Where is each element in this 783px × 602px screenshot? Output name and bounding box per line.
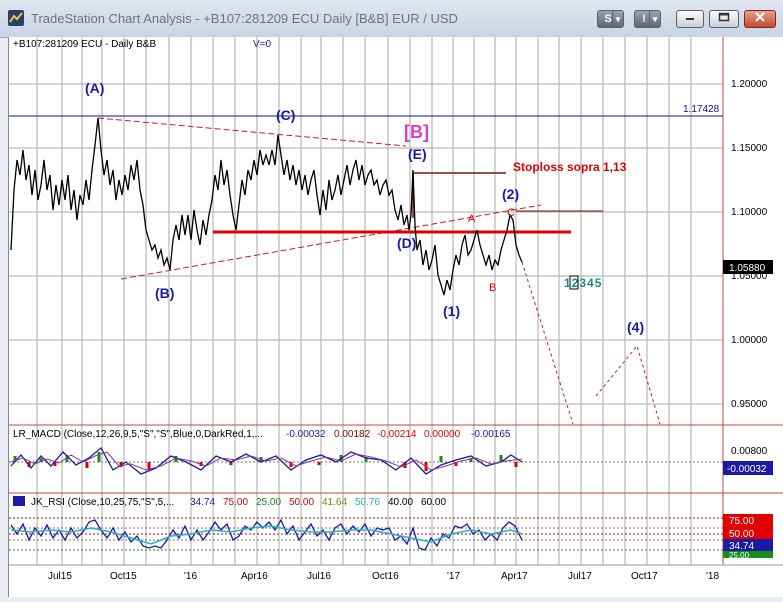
- symbol-link-dropdown[interactable]: ▾: [612, 10, 624, 28]
- date-axis-label: Jul17: [568, 571, 592, 582]
- price-axis-label: 1.10000: [731, 207, 768, 218]
- triangle-trendlines[interactable]: [97, 117, 542, 280]
- rsi-line: [10, 518, 523, 551]
- resistance-level-label: 1.17428: [683, 104, 720, 115]
- macd-value: -0.00165: [471, 429, 511, 440]
- minimize-icon: [686, 18, 694, 20]
- stoploss-text: Stoploss sopra 1,13: [513, 160, 627, 174]
- wave-label-a: A: [468, 213, 476, 225]
- symbol-header: +B107:281209 ECU - Daily B&B: [13, 39, 156, 50]
- chart-window[interactable]: +B107:281209 ECU - Daily B&B V=0 1.20000…: [8, 37, 783, 597]
- stoploss-bracket[interactable]: [412, 172, 506, 218]
- abc-labels: A B C: [468, 207, 515, 294]
- rsi-value: 50.00: [289, 497, 314, 508]
- minimize-button[interactable]: [676, 10, 704, 28]
- date-axis-label: '16: [184, 571, 197, 582]
- macd-last-value: -0.00032: [727, 464, 767, 475]
- rsi-value: 40.00: [388, 497, 413, 508]
- macd-value: 0.00000: [424, 429, 461, 440]
- price-series[interactable]: [10, 117, 523, 296]
- macd-value: -0.00214: [377, 429, 417, 440]
- wave-label-b: B: [489, 282, 496, 294]
- macd-values: -0.00032 0.00182 -0.00214 0.00000 -0.001…: [286, 429, 511, 440]
- close-icon: [755, 12, 765, 22]
- title-bar: TradeStation Chart Analysis - +B107:2812…: [0, 0, 783, 38]
- rsi-upper-label: 75.00: [729, 516, 754, 527]
- date-axis-label: Jul15: [48, 571, 72, 582]
- rsi-value: 34.74: [190, 497, 215, 508]
- rsi-value: 60.00: [421, 497, 446, 508]
- rsi-value: 50.76: [355, 497, 380, 508]
- wave-label-2: (2): [502, 186, 519, 202]
- macd-title: LR_MACD (Close,12,26,9,5,"S","S",Blue,0,…: [13, 429, 263, 440]
- date-axis-label: '17: [447, 571, 460, 582]
- price-axis-label: 1.00000: [731, 335, 768, 346]
- date-axis-label: Oct17: [631, 571, 658, 582]
- date-axis-label: Apr17: [501, 571, 528, 582]
- rsi-value: 41.64: [322, 497, 347, 508]
- wave-label-4: (4): [627, 319, 644, 335]
- price-axis: 1.20000 1.15000 1.10000 1.05000 1.00000 …: [731, 79, 768, 410]
- rsi-indicator-icon: [13, 496, 25, 506]
- chart-canvas[interactable]: +B107:281209 ECU - Daily B&B V=0 1.20000…: [9, 37, 783, 597]
- wave-label-c: C: [507, 207, 515, 219]
- wave-count-label: 12345: [564, 276, 602, 290]
- wave-label-a-major: (A): [85, 80, 104, 96]
- rsi-value: 75.00: [223, 497, 248, 508]
- rsi-values: 34.74 75.00 25.00 50.00 41.64 50.76 40.0…: [190, 497, 446, 508]
- rsi-mid-label: 50.00: [729, 529, 754, 540]
- wave-label-e-major: (E): [408, 146, 427, 162]
- alert-dropdown[interactable]: ▾: [649, 10, 661, 28]
- wave-label-c-major: (C): [276, 107, 295, 123]
- date-axis-label: '18: [706, 571, 719, 582]
- date-axis-label: Oct16: [372, 571, 399, 582]
- macd-value: 0.00182: [334, 429, 371, 440]
- price-axis-label: 1.20000: [731, 79, 768, 90]
- date-axis: Jul15 Oct15 '16 Apr16 Jul16 Oct16 '17 Ap…: [48, 571, 719, 582]
- last-price-text: 1.05880: [729, 263, 766, 274]
- close-button[interactable]: [744, 10, 776, 28]
- rsi-title: JK_RSI (Close,10,25,75,"S",5,...: [31, 497, 174, 508]
- macd-value: -0.00032: [286, 429, 326, 440]
- wave-label-1: (1): [443, 303, 460, 319]
- rsi-lower-label: 25.00: [729, 551, 750, 560]
- wave-label-d-major: (D): [397, 235, 416, 251]
- macd-axis-label: 0.00800: [731, 446, 768, 457]
- date-axis-label: Jul16: [307, 571, 331, 582]
- restore-icon: [718, 12, 730, 22]
- wave-label-b-bracket: [B]: [404, 122, 429, 142]
- date-axis-label: Oct15: [110, 571, 137, 582]
- date-axis-label: Apr16: [241, 571, 268, 582]
- price-axis-label: 1.15000: [731, 143, 768, 154]
- wave-label-b-major: (B): [155, 285, 174, 301]
- restore-button[interactable]: [709, 10, 739, 28]
- volume-label: V=0: [253, 39, 272, 50]
- rsi-value: 25.00: [256, 497, 281, 508]
- price-axis-label: 0.95000: [731, 399, 768, 410]
- window-title: TradeStation Chart Analysis - +B107:2812…: [31, 11, 458, 26]
- tradestation-app-icon: [8, 10, 24, 26]
